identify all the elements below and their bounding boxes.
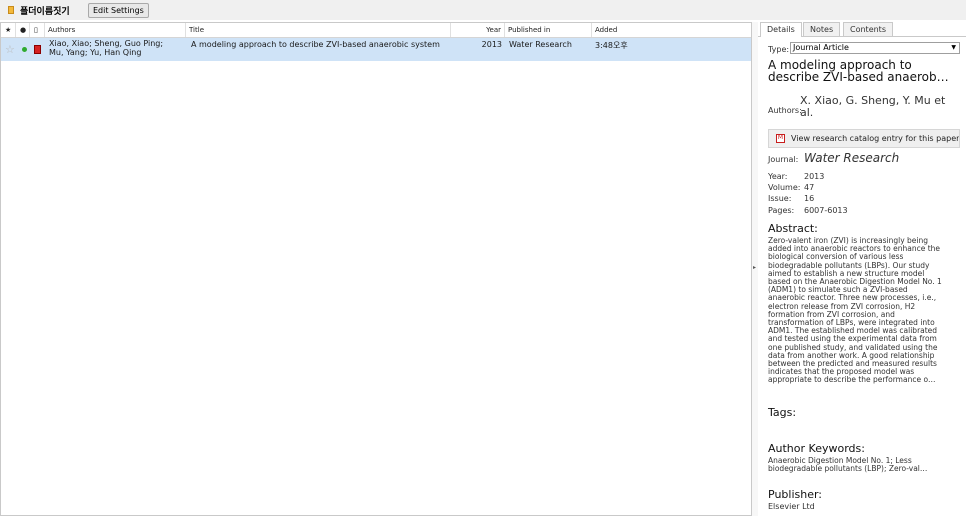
read-status-icon[interactable] xyxy=(22,47,27,52)
column-header-year[interactable]: Year xyxy=(451,23,505,37)
details-tabs: Details Notes Contents xyxy=(758,22,966,37)
column-header-star[interactable]: ★ xyxy=(1,23,16,37)
column-header-read[interactable]: ● xyxy=(16,23,30,37)
type-select-value: Journal Article xyxy=(793,43,849,52)
row-authors-line2: Mu, Yang; Yu, Han Qing xyxy=(49,47,142,57)
column-header-published-in[interactable]: Published in xyxy=(505,23,592,37)
publisher-heading: Publisher: xyxy=(768,488,823,501)
year-label: Year: xyxy=(768,172,788,181)
row-title: A modeling approach to describe ZVI-base… xyxy=(191,40,440,49)
type-label: Type: xyxy=(768,45,790,54)
toolbar: 폴더이름짓기 Edit Settings xyxy=(0,0,966,20)
year-value[interactable]: 2013 xyxy=(804,172,824,181)
pages-value[interactable]: 6007-6013 xyxy=(804,206,848,215)
volume-label: Volume: xyxy=(768,183,801,192)
mendeley-icon: M xyxy=(776,134,785,143)
details-pane: Details Notes Contents Type: Journal Art… xyxy=(758,20,966,516)
tags-heading: Tags: xyxy=(768,406,797,419)
authors-value[interactable]: X. Xiao, G. Sheng, Y. Mu et al. xyxy=(800,95,960,119)
paper-title[interactable]: A modeling approach to describe ZVI-base… xyxy=(768,59,964,83)
column-header-authors[interactable]: Authors xyxy=(45,23,186,37)
column-header-added[interactable]: Added xyxy=(592,23,751,37)
table-row[interactable]: ☆ Xiao, Xiao; Sheng, Guo Ping; Mu, Yang;… xyxy=(1,38,751,61)
document-list: ★ ● ▯ Authors Title Year Published in Ad… xyxy=(0,22,752,516)
issue-value[interactable]: 16 xyxy=(804,194,814,203)
edit-settings-button[interactable]: Edit Settings xyxy=(88,3,149,18)
dropdown-arrow-icon: ▼ xyxy=(951,44,956,51)
abstract-heading: Abstract: xyxy=(768,222,818,235)
column-header-file[interactable]: ▯ xyxy=(30,23,45,37)
issue-label: Issue: xyxy=(768,194,792,203)
tab-notes[interactable]: Notes xyxy=(803,22,841,36)
row-published-in: Water Research xyxy=(509,40,572,49)
column-header-title[interactable]: Title xyxy=(186,23,451,37)
abstract-text[interactable]: Zero-valent iron (ZVI) is increasingly b… xyxy=(768,237,944,396)
tab-details[interactable]: Details xyxy=(760,22,802,37)
row-added: 3:48오후 xyxy=(595,41,628,50)
author-keywords-heading: Author Keywords: xyxy=(768,442,865,455)
pdf-icon[interactable] xyxy=(34,45,41,54)
authors-label: Authors: xyxy=(768,106,802,115)
row-year: 2013 xyxy=(481,40,502,49)
volume-value[interactable]: 47 xyxy=(804,183,814,192)
pages-label: Pages: xyxy=(768,206,795,215)
folder-name[interactable]: 폴더이름짓기 xyxy=(20,4,70,17)
view-catalog-button[interactable]: M View research catalog entry for this p… xyxy=(768,129,960,148)
star-icon[interactable]: ☆ xyxy=(5,44,15,55)
author-keywords-value[interactable]: Anaerobic Digestion Model No. 1; Less bi… xyxy=(768,456,944,473)
view-catalog-label: View research catalog entry for this pap… xyxy=(791,134,960,143)
journal-label: Journal: xyxy=(768,155,799,164)
publisher-value[interactable]: Elsevier Ltd xyxy=(768,502,815,511)
folder-icon xyxy=(8,6,14,14)
journal-value[interactable]: Water Research xyxy=(804,151,899,165)
row-authors: Xiao, Xiao; Sheng, Guo Ping; Mu, Yang; Y… xyxy=(49,40,186,57)
tab-contents[interactable]: Contents xyxy=(843,22,893,36)
collapse-arrow-icon[interactable]: ▸ xyxy=(753,264,756,271)
type-select[interactable]: Journal Article ▼ xyxy=(790,42,960,54)
list-header: ★ ● ▯ Authors Title Year Published in Ad… xyxy=(1,23,751,38)
